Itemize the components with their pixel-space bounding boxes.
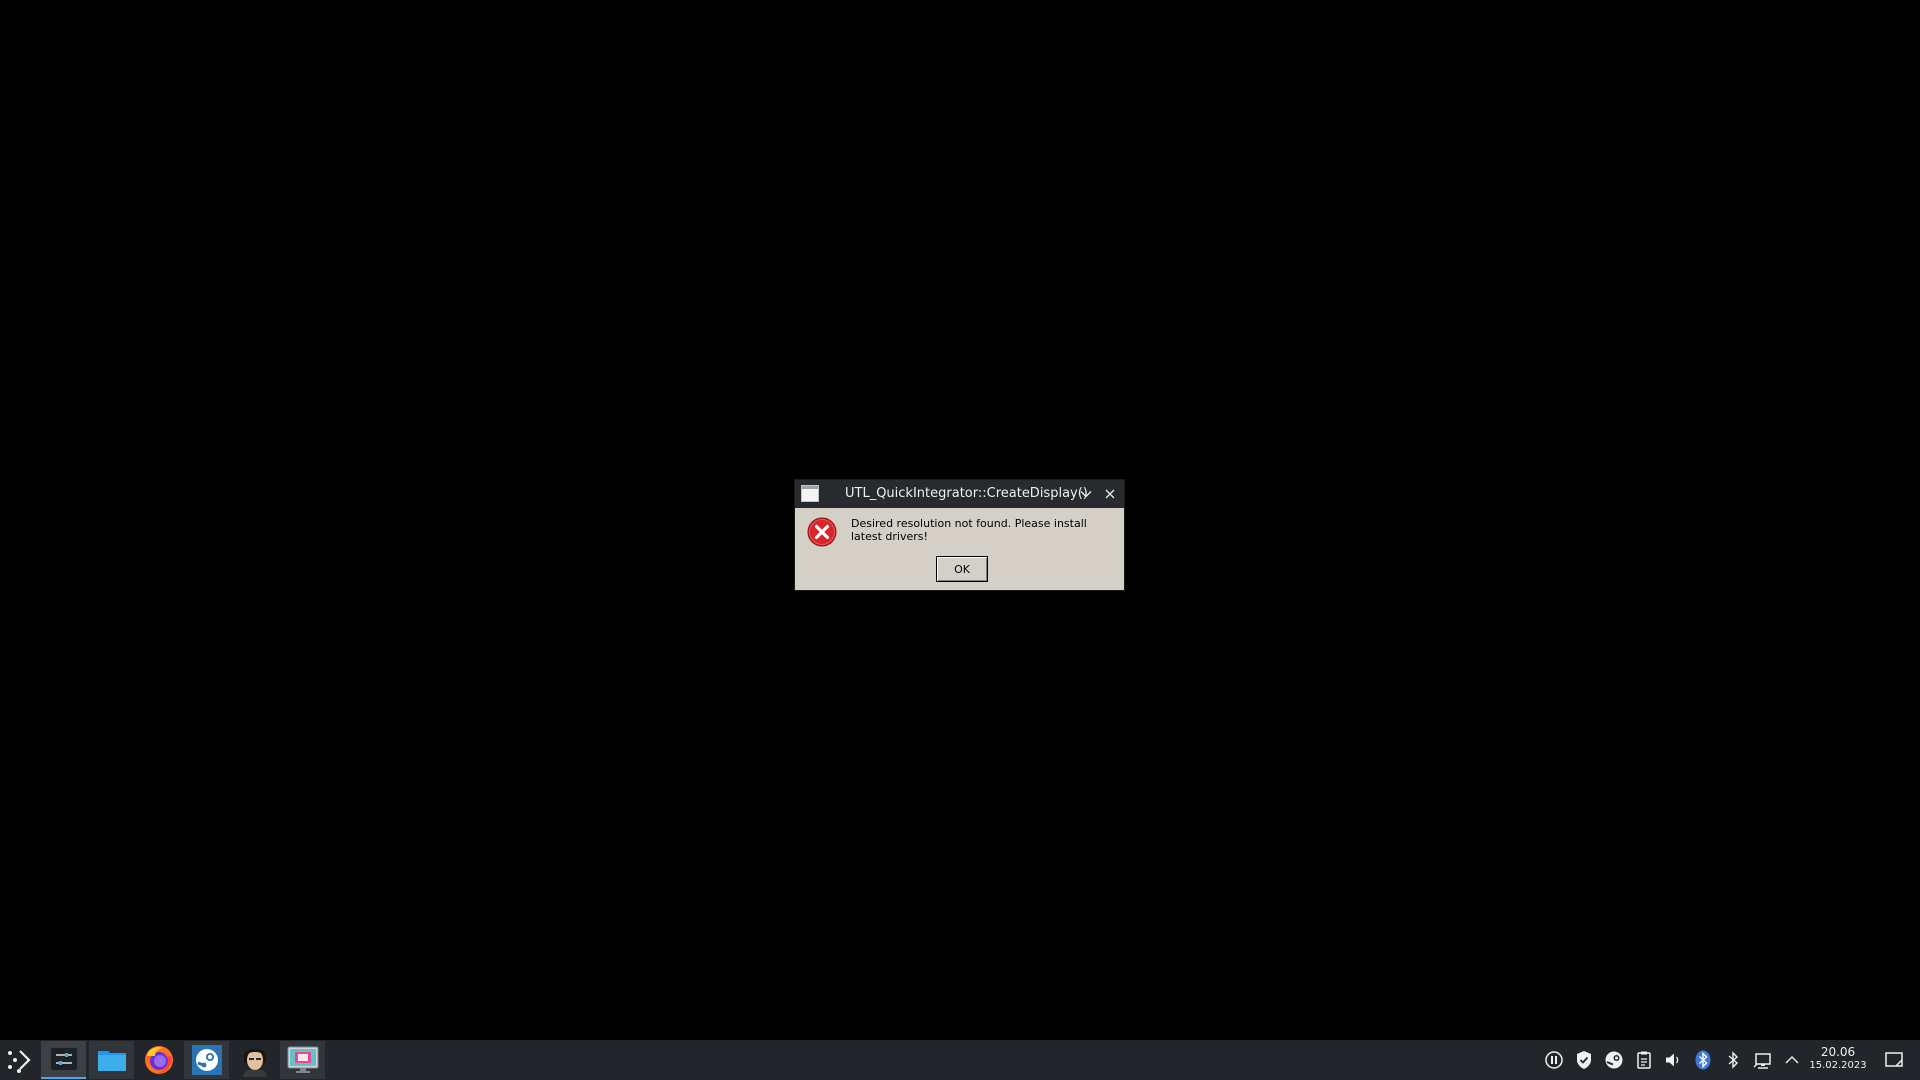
ok-button[interactable]: OK: [936, 556, 988, 582]
network-icon[interactable]: [1753, 1050, 1773, 1070]
clock-time: 20.06: [1820, 1045, 1856, 1059]
window-icon: [801, 485, 819, 502]
firefox-icon: [144, 1046, 173, 1074]
steam-icon: [191, 1045, 222, 1075]
folder-icon: [97, 1051, 126, 1071]
sliders-icon: [50, 1048, 77, 1070]
bluetooth-badge-icon[interactable]: [1693, 1050, 1713, 1070]
dialog-titlebar[interactable]: UTL_QuickIntegrator::CreateDisplay(): [795, 480, 1124, 508]
clock-date: 15.02.2023: [1809, 1060, 1867, 1071]
pause-icon[interactable]: [1544, 1050, 1564, 1070]
task-steam[interactable]: [184, 1041, 229, 1079]
clipboard-icon[interactable]: [1634, 1050, 1654, 1070]
volume-icon[interactable]: [1663, 1050, 1683, 1070]
taskbar: 20.06 15.02.2023: [0, 1040, 1920, 1080]
shield-icon[interactable]: [1574, 1050, 1594, 1070]
error-dialog: UTL_QuickIntegrator::CreateDisplay() Des…: [795, 480, 1124, 590]
monitor-icon: [287, 1046, 318, 1073]
task-portrait-app[interactable]: [232, 1041, 277, 1079]
chevron-down-icon[interactable]: [1078, 486, 1094, 502]
task-file-manager[interactable]: [89, 1041, 134, 1079]
clock[interactable]: 20.06 15.02.2023: [1800, 1045, 1876, 1072]
error-message: Desired resolution not found. Please ins…: [851, 517, 1087, 543]
task-system-settings[interactable]: [41, 1041, 86, 1079]
chevron-up-icon[interactable]: [1782, 1050, 1802, 1070]
application-launcher-icon[interactable]: [2, 1043, 36, 1077]
task-firefox[interactable]: [136, 1041, 181, 1079]
show-desktop-icon[interactable]: [1883, 1050, 1905, 1070]
dialog-body: Desired resolution not found. Please ins…: [795, 508, 1124, 590]
error-icon: [807, 517, 837, 547]
bluetooth-icon[interactable]: [1723, 1050, 1743, 1070]
close-icon[interactable]: [1102, 486, 1118, 502]
task-display-app[interactable]: [280, 1041, 325, 1079]
steam-tray-icon[interactable]: [1604, 1050, 1624, 1070]
portrait-icon: [242, 1048, 267, 1077]
dialog-title: UTL_QuickIntegrator::CreateDisplay(): [845, 486, 1088, 501]
